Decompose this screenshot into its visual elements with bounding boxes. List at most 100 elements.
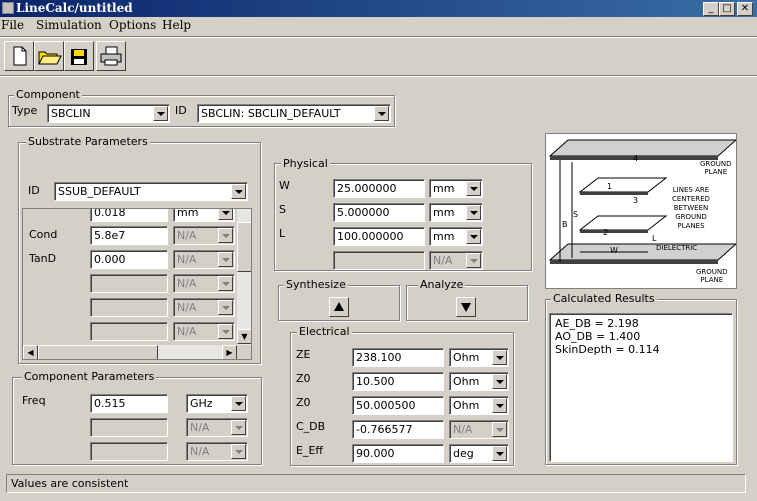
chevron-down-icon[interactable] — [492, 374, 507, 389]
substrate-row-input[interactable] — [90, 274, 168, 293]
electrical-row-unit-select[interactable]: Ohm — [449, 348, 509, 367]
chevron-down-icon[interactable] — [231, 184, 246, 199]
substrate-row-unit-select: N/A — [173, 250, 235, 269]
title-bar[interactable]: LineCalc/untitled _ □ ✕ — [0, 0, 757, 17]
arrow-up-icon — [334, 302, 344, 311]
chevron-down-icon — [231, 444, 246, 459]
menu-help[interactable]: Help — [162, 18, 191, 32]
chevron-down-icon[interactable] — [466, 205, 481, 220]
chevron-down-icon[interactable] — [492, 446, 507, 461]
freq-unit-select[interactable]: GHz — [186, 394, 248, 413]
diagram-num-1: 1 — [607, 182, 613, 191]
scroll-h-thumb[interactable] — [38, 345, 158, 359]
physical-row-unit-select-value: mm — [433, 182, 455, 195]
physical-unit-select-4: N/A — [429, 251, 483, 270]
new-file-button[interactable] — [4, 41, 34, 71]
param-unit-3-value: N/A — [190, 445, 210, 458]
minimize-button[interactable]: _ — [703, 2, 719, 16]
print-button[interactable] — [96, 41, 126, 71]
physical-row-input[interactable]: 100.000000 — [333, 227, 425, 246]
id-label: ID — [175, 104, 187, 117]
chevron-down-icon — [218, 276, 233, 291]
electrical-row-unit-select[interactable]: deg — [449, 444, 509, 463]
electrical-row-input[interactable]: 238.100 — [352, 348, 444, 367]
status-text: Values are consistent — [11, 477, 129, 490]
electrical-row-input[interactable]: -0.766577 — [352, 420, 444, 439]
electrical-row-label: Z0 — [296, 372, 311, 385]
electrical-row-unit-select-value: deg — [453, 447, 474, 460]
arrow-down-icon — [461, 303, 471, 312]
physical-row-label: S — [279, 203, 286, 216]
substrate-id-value: SSUB_DEFAULT — [58, 185, 141, 198]
param-input-3 — [90, 442, 168, 461]
chevron-down-icon[interactable] — [492, 350, 507, 365]
resize-grip[interactable] — [745, 489, 755, 499]
chevron-down-icon[interactable] — [218, 209, 233, 220]
maximize-button[interactable]: □ — [719, 2, 735, 16]
substrate-row-input[interactable] — [90, 298, 168, 317]
results-group-label: Calculated Results — [551, 292, 657, 305]
electrical-row-label: ZE — [296, 348, 311, 361]
freq-input[interactable]: 0.515 — [90, 394, 168, 413]
substrate-id-select[interactable]: SSUB_DEFAULT — [54, 182, 248, 201]
open-folder-button[interactable] — [34, 41, 64, 71]
save-button[interactable] — [64, 41, 94, 71]
substrate-scroll-area[interactable]: 0.018 mm Cond 5.8e7 N/A TanD 0.000 N/A N/A N/A N/A… — [22, 208, 252, 360]
chevron-down-icon[interactable] — [231, 396, 246, 411]
menu-options[interactable]: Options — [109, 18, 156, 32]
electrical-row-unit-select[interactable]: Ohm — [449, 372, 509, 391]
chevron-down-icon[interactable] — [153, 106, 168, 121]
physical-row-input[interactable]: 25.000000 — [333, 179, 425, 198]
physical-row-unit-select[interactable]: mm — [429, 203, 483, 222]
electrical-row-unit-select: N/A — [449, 420, 509, 439]
scroll-right-button[interactable]: ▶ — [222, 345, 237, 359]
analyze-button[interactable] — [456, 297, 476, 317]
chevron-down-icon — [218, 324, 233, 339]
param-unit-2-value: N/A — [190, 421, 210, 434]
chevron-down-icon[interactable] — [466, 181, 481, 196]
chevron-down-icon[interactable] — [466, 229, 481, 244]
substrate-id-label: ID — [28, 184, 40, 197]
physical-row-input[interactable]: 5.000000 — [333, 203, 425, 222]
open-folder-icon — [38, 51, 62, 65]
menu-file[interactable]: File — [1, 18, 24, 32]
scroll-thumb[interactable] — [237, 222, 251, 272]
results-textarea[interactable]: AE_DB = 2.198 AO_DB = 1.400 SkinDepth = … — [549, 313, 733, 462]
substrate-row-input[interactable]: 5.8e7 — [90, 226, 168, 245]
physical-unit-4-value: N/A — [433, 254, 453, 267]
substrate-row-unit-select[interactable]: mm — [173, 209, 235, 222]
physical-row-unit-select-value: mm — [433, 230, 455, 243]
electrical-row-unit-select[interactable]: Ohm — [449, 396, 509, 415]
synthesize-button[interactable] — [329, 297, 349, 317]
substrate-row-input[interactable]: 0.000 — [90, 250, 168, 269]
type-select[interactable]: SBCLIN — [47, 104, 170, 123]
electrical-row-label: E_Eff — [296, 444, 323, 457]
physical-row-unit-select[interactable]: mm — [429, 227, 483, 246]
physical-row-unit-select[interactable]: mm — [429, 179, 483, 198]
electrical-row-input[interactable]: 90.000 — [352, 444, 444, 463]
component-id-select[interactable]: SBCLIN: SBCLIN_DEFAULT — [197, 104, 391, 123]
substrate-row-unit-select: N/A — [173, 322, 235, 341]
scroll-left-button[interactable]: ◀ — [23, 345, 38, 359]
diagram-dim-b: B — [562, 220, 568, 229]
diagram-bottom-ground-line-1: GROUND — [696, 268, 728, 276]
chevron-down-icon — [218, 252, 233, 267]
scroll-down-button[interactable]: ▼ — [237, 329, 251, 344]
menu-simulation[interactable]: Simulation — [36, 18, 102, 32]
horizontal-scrollbar[interactable]: ◀ ▶ — [23, 345, 237, 359]
physical-row-label: L — [279, 227, 286, 240]
close-button[interactable]: ✕ — [737, 2, 753, 16]
substrate-row-input[interactable] — [90, 322, 168, 341]
electrical-row-input[interactable]: 10.500 — [352, 372, 444, 391]
status-bar: Values are consistent — [6, 474, 746, 493]
chevron-down-icon[interactable] — [492, 398, 507, 413]
substrate-row-input[interactable]: 0.018 — [90, 209, 168, 222]
app-icon — [2, 2, 14, 14]
diagram-bottom-ground-label: GROUND PLANE — [696, 268, 728, 284]
electrical-row-unit-select-value: Ohm — [453, 351, 480, 364]
electrical-row-input[interactable]: 50.000500 — [352, 396, 444, 415]
diagram-center-note: LINES ARE CENTERED BETWEEN GROUND PLANES — [672, 186, 710, 231]
chevron-down-icon[interactable] — [374, 106, 389, 121]
vertical-scrollbar[interactable]: ▼ — [237, 209, 251, 345]
physical-row-unit-select-value: mm — [433, 206, 455, 219]
